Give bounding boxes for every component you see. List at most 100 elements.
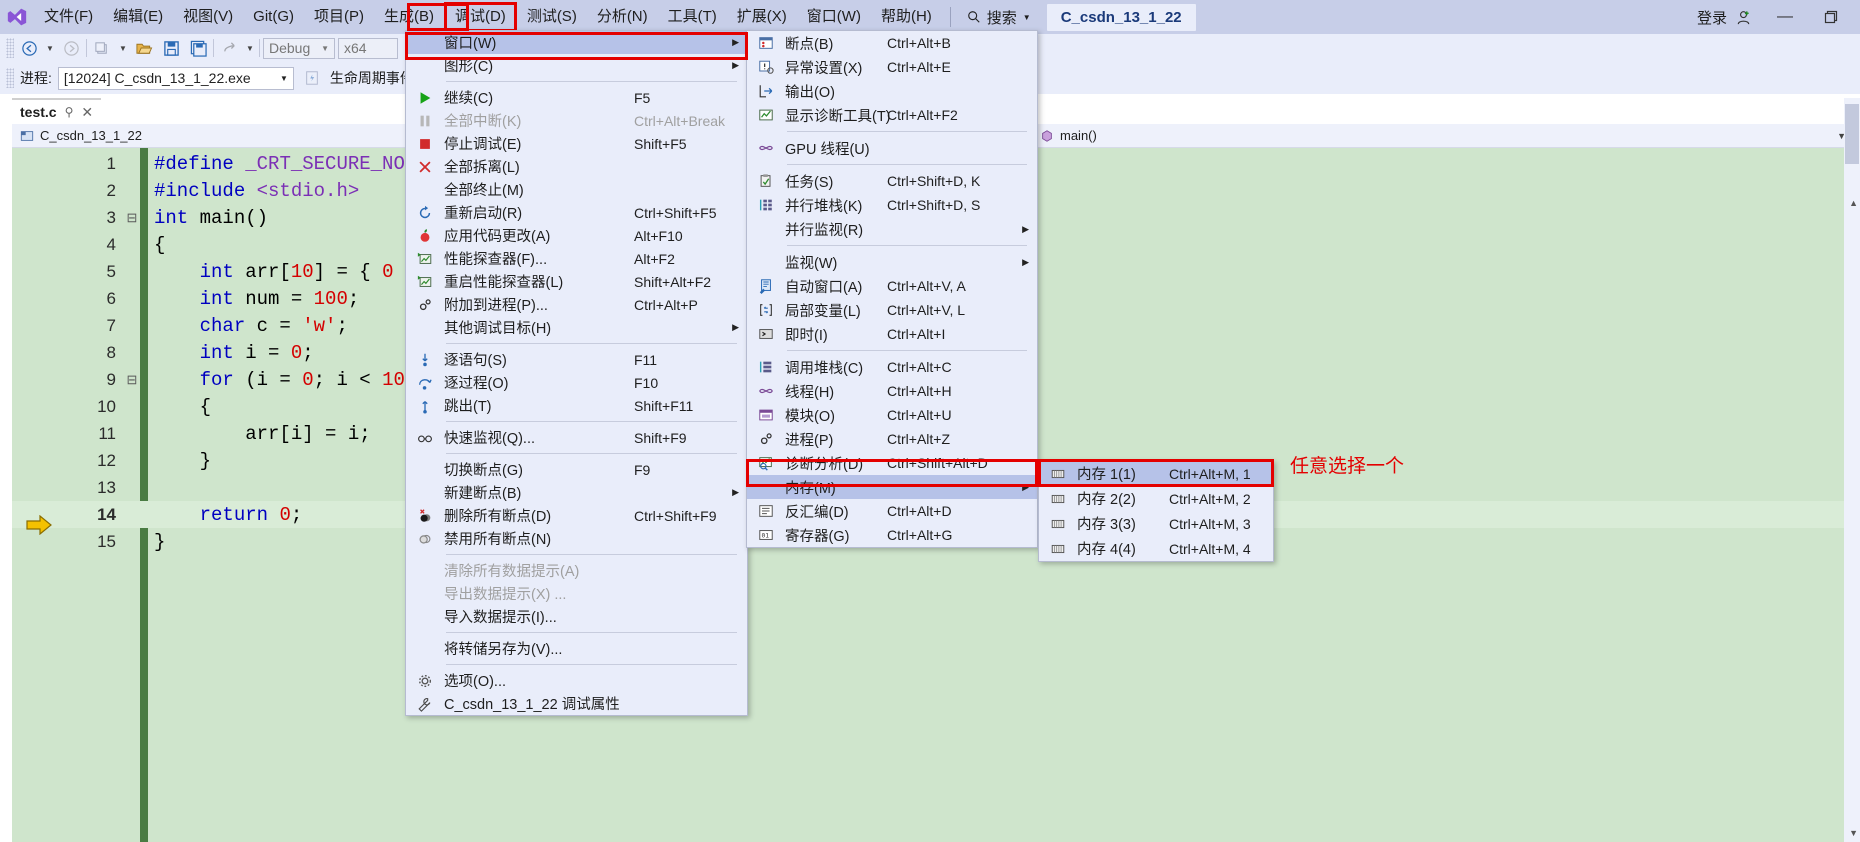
close-icon[interactable]: ✕ [81, 104, 93, 121]
menu-item-12[interactable]: 附加到进程(P)... Ctrl+Alt+P [406, 293, 747, 316]
menu-item-0[interactable]: 断点(B) Ctrl+Alt+B [747, 31, 1037, 55]
menu-item-12[interactable]: 自动窗口(A) Ctrl+Alt+V, A [747, 274, 1037, 298]
sign-in-label[interactable]: 登录 [1691, 7, 1733, 28]
menu-item-30[interactable]: 将转储另存为(V)... [406, 637, 747, 660]
menu-item-20[interactable]: 诊断分析(D) Ctrl+Shift+Alt+D [747, 451, 1037, 475]
menu-item-22[interactable]: 新建断点(B) ▶ [406, 481, 747, 504]
menu-item-32[interactable]: 选项(O)... [406, 669, 747, 692]
menu-5[interactable]: 生成(B) [374, 3, 444, 31]
save-icon[interactable] [159, 37, 183, 59]
new-dropdown-icon[interactable]: ▼ [117, 44, 129, 53]
save-all-icon[interactable] [186, 37, 210, 59]
menu-item-5[interactable]: 停止调试(E) Shift+F5 [406, 132, 747, 155]
menu-item-10[interactable]: 性能探查器(F)... Alt+F2 [406, 247, 747, 270]
menu-item-9[interactable]: 并行监视(R) ▶ [747, 217, 1037, 241]
menu-item-22[interactable]: 反汇编(D) Ctrl+Alt+D [747, 499, 1037, 523]
new-project-icon[interactable] [90, 37, 114, 59]
menu-item-7[interactable]: 全部终止(M) [406, 178, 747, 201]
menu-item-4[interactable]: 全部中断(K) Ctrl+Alt+Break [406, 109, 747, 132]
menu-item-8[interactable]: 重新启动(R) Ctrl+Shift+F5 [406, 201, 747, 224]
menu-7[interactable]: 测试(S) [517, 3, 587, 31]
menu-item-11[interactable]: 监视(W) ▶ [747, 250, 1037, 274]
menu-item-24[interactable]: 禁用所有断点(N) [406, 527, 747, 550]
menu-10[interactable]: 扩展(X) [727, 3, 797, 31]
menu-item-3[interactable]: 显示诊断工具(T) Ctrl+Alt+F2 [747, 103, 1037, 127]
menu-item-2[interactable]: 内存 3(3) Ctrl+Alt+M, 3 [1039, 511, 1273, 536]
navbar-member-dropdown[interactable]: main() ▼ [1032, 124, 1860, 148]
menu-item-21[interactable]: 切换断点(G) F9 [406, 458, 747, 481]
scroll-down-icon[interactable]: ▼ [1849, 828, 1858, 838]
minimize-button[interactable]: — [1762, 0, 1808, 34]
menu-item-19[interactable]: 快速监视(Q)... Shift+F9 [406, 426, 747, 449]
menu-12[interactable]: 帮助(H) [871, 3, 942, 31]
menu-item-23[interactable]: 删除所有断点(D) Ctrl+Shift+F9 [406, 504, 747, 527]
menu-item-0[interactable]: 窗口(W) ▶ [406, 31, 747, 54]
menu-item-33[interactable]: C_csdn_13_1_22 调试属性 [406, 692, 747, 715]
add-account-icon[interactable] [1733, 9, 1762, 26]
navigate-back-icon[interactable] [17, 37, 41, 59]
editor-vertical-scrollbar[interactable]: ▲ ▼ [1844, 98, 1860, 842]
solution-configuration-combo[interactable]: Debug ▼ [263, 37, 335, 59]
back-dropdown-icon[interactable]: ▼ [44, 44, 56, 53]
fold-toggle-icon[interactable]: ⊟ [124, 210, 140, 226]
menu-item-5[interactable]: GPU 线程(U) [747, 136, 1037, 160]
menu-9[interactable]: 工具(T) [658, 3, 727, 31]
menu-8[interactable]: 分析(N) [587, 3, 658, 31]
menu-item-3[interactable]: 继续(C) F5 [406, 86, 747, 109]
menu-1[interactable]: 编辑(E) [103, 3, 173, 31]
menu-item-18[interactable]: 模块(O) Ctrl+Alt+U [747, 403, 1037, 427]
menu-item-26[interactable]: 清除所有数据提示(A) [406, 559, 747, 582]
menu-item-27[interactable]: 导出数据提示(X) ... [406, 582, 747, 605]
menu-item-7[interactable]: 任务(S) Ctrl+Shift+D, K [747, 169, 1037, 193]
tab-test-c[interactable]: test.c ⚲ ✕ [12, 98, 102, 124]
menu-item-2[interactable]: 输出(O) [747, 79, 1037, 103]
pin-icon[interactable]: ⚲ [65, 105, 74, 119]
menu-item-17[interactable]: 线程(H) Ctrl+Alt+H [747, 379, 1037, 403]
menu-item-21[interactable]: 内存(M) ▶ [747, 475, 1037, 499]
lifecycle-events-icon[interactable] [300, 67, 324, 89]
solution-platform-combo[interactable]: x64 [338, 37, 398, 59]
process-combo[interactable]: [12024] C_csdn_13_1_22.exe ▼ [57, 66, 294, 90]
menu-item-1[interactable]: 图形(C) ▶ [406, 54, 747, 77]
menu-item-13[interactable]: 局部变量(L) Ctrl+Alt+V, L [747, 298, 1037, 322]
scroll-up-icon[interactable]: ▲ [1849, 198, 1858, 208]
menu-item-9[interactable]: 应用代码更改(A) Alt+F10 [406, 224, 747, 247]
navigate-forward-icon[interactable] [59, 37, 83, 59]
window-submenu-dropdown[interactable]: 断点(B) Ctrl+Alt+B 异常设置(X) Ctrl+Alt+E 输出(O) 显示诊… [746, 30, 1038, 548]
menu-item-23[interactable]: 01 寄存器(G) Ctrl+Alt+G [747, 523, 1037, 547]
menu-item-1[interactable]: 异常设置(X) Ctrl+Alt+E [747, 55, 1037, 79]
main-menu-bar[interactable]: 文件(F) 编辑(E) 视图(V) Git(G) 项目(P) 生成(B) 调试(D) 测试(S… [34, 0, 942, 34]
menu-0[interactable]: 文件(F) [34, 3, 103, 31]
redo-icon[interactable] [217, 37, 241, 59]
menu-item-0[interactable]: 内存 1(1) Ctrl+Alt+M, 1 [1039, 461, 1273, 486]
menu-item-8[interactable]: 并行堆栈(K) Ctrl+Shift+D, S [747, 193, 1037, 217]
menu-item-1[interactable]: 内存 2(2) Ctrl+Alt+M, 2 [1039, 486, 1273, 511]
menu-item-11[interactable]: 重启性能探查器(L) Shift+Alt+F2 [406, 270, 747, 293]
menu-item-3[interactable]: 内存 4(4) Ctrl+Alt+M, 4 [1039, 536, 1273, 561]
menu-6[interactable]: 调试(D) [443, 2, 517, 32]
menu-11[interactable]: 窗口(W) [797, 3, 871, 31]
menu-item-17[interactable]: 跳出(T) Shift+F11 [406, 394, 747, 417]
menu-item-14[interactable]: 即时(I) Ctrl+Alt+I [747, 322, 1037, 346]
open-file-icon[interactable] [132, 37, 156, 59]
redo-dropdown-icon[interactable]: ▼ [244, 44, 256, 53]
menu-item-13[interactable]: 其他调试目标(H) ▶ [406, 316, 747, 339]
search-box[interactable]: 搜索 ▼ [959, 7, 1039, 28]
menu-item-19[interactable]: 进程(P) Ctrl+Alt+Z [747, 427, 1037, 451]
debug-toolbar-grip[interactable] [6, 68, 14, 88]
debug-menu-dropdown[interactable]: 窗口(W) ▶ 图形(C) ▶ 继续(C) F5 全部中断(K) Ctrl+Alt+Break… [405, 30, 748, 716]
scrollbar-thumb[interactable] [1845, 104, 1859, 164]
menu-2[interactable]: 视图(V) [173, 3, 243, 31]
solution-name-chip[interactable]: C_csdn_13_1_22 [1046, 3, 1196, 31]
menu-3[interactable]: Git(G) [243, 3, 304, 31]
restore-button[interactable] [1808, 0, 1854, 34]
memory-submenu-dropdown[interactable]: 内存 1(1) Ctrl+Alt+M, 1 内存 2(2) Ctrl+Alt+M, 2… [1038, 460, 1274, 562]
menu-item-16[interactable]: 逐过程(O) F10 [406, 371, 747, 394]
menu-item-6[interactable]: 全部拆离(L) [406, 155, 747, 178]
toolbar-grip[interactable] [6, 38, 14, 58]
menu-4[interactable]: 项目(P) [304, 3, 374, 31]
menu-item-28[interactable]: 导入数据提示(I)... [406, 605, 747, 628]
menu-item-15[interactable]: 逐语句(S) F11 [406, 348, 747, 371]
menu-item-16[interactable]: 调用堆栈(C) Ctrl+Alt+C [747, 355, 1037, 379]
fold-toggle-icon[interactable]: ⊟ [124, 372, 140, 388]
